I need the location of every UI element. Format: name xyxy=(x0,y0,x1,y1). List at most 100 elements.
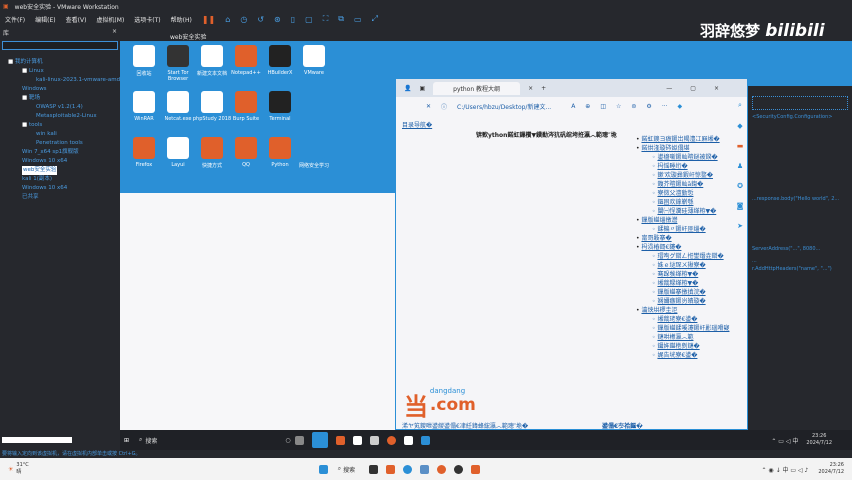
sidebar-scrollbar[interactable] xyxy=(2,437,72,443)
send-keys-icon[interactable]: ⌂ xyxy=(225,15,230,24)
search-icon[interactable]: ⌕ xyxy=(738,101,742,110)
tree-item[interactable]: web安全实验 xyxy=(0,166,120,175)
menu-tabs[interactable]: 选项卡(T) xyxy=(134,15,160,24)
unity-icon[interactable]: ⧉ xyxy=(338,14,344,24)
toc-link[interactable]: 鏁版嵁搴撴搷浣� xyxy=(657,289,705,296)
toc-link[interactable]: 鏁版嵁鍒嗘瀽鍜屽彲瑙嗗寲 xyxy=(657,325,729,332)
background-editor[interactable]: <SecurityConfig.Configuration> ...respon… xyxy=(748,86,852,430)
expand-icon[interactable]: ■ xyxy=(22,122,29,128)
toc-link[interactable]: 鏂囦欢鎿嶄綔 xyxy=(657,199,693,206)
read-aloud-icon[interactable]: A xyxy=(571,103,575,110)
toc-link[interactable]: 鏈哄櫒瀛︿範 xyxy=(657,334,693,341)
snapshot-icon[interactable]: ◷ xyxy=(240,15,247,24)
copilot-icon[interactable]: ◆ xyxy=(678,103,683,110)
collections-icon[interactable]: ⊜ xyxy=(631,103,636,110)
stretch-icon[interactable]: ⤢ xyxy=(372,14,378,24)
toc-link[interactable]: 鍑芥暟鍜屾ā鍧� xyxy=(657,181,703,188)
menu-file[interactable]: 文件(F) xyxy=(5,15,25,24)
tree-item[interactable]: kali 1(副本) xyxy=(0,175,120,184)
menu-vm[interactable]: 虚拟机(M) xyxy=(96,15,124,24)
toc-link[interactable]: 鍩烘湰璇硶姒傝堪 xyxy=(641,145,689,152)
edge-icon[interactable] xyxy=(420,435,430,445)
toc-link[interactable]: 甯哥敤搴� xyxy=(641,235,671,242)
tree-item[interactable]: ■ tools xyxy=(0,121,120,130)
snapshot-manager-icon[interactable]: ⊛ xyxy=(274,15,281,24)
store-icon[interactable] xyxy=(352,435,362,445)
tree-item[interactable]: kali-linux-2023.1-vmware-amd64 xyxy=(0,76,127,85)
chrome-icon[interactable] xyxy=(454,464,464,474)
app-icon[interactable] xyxy=(335,435,345,445)
taskbar-search[interactable]: 搜索 xyxy=(343,465,355,474)
taskbar-search[interactable]: 搜索 xyxy=(145,436,285,445)
library-search-input[interactable] xyxy=(2,41,118,50)
cortana-icon[interactable]: ○ xyxy=(285,437,290,444)
firefox-icon[interactable] xyxy=(386,435,396,445)
toc-link[interactable]: 寮傚父澶勭悊 xyxy=(657,190,693,197)
send-icon[interactable]: ➤ xyxy=(737,222,743,230)
windows-start-icon[interactable]: ⊞ xyxy=(124,437,129,444)
top-link[interactable]: 目录导航� xyxy=(402,120,432,129)
menu-view[interactable]: 查看(V) xyxy=(66,15,87,24)
tree-item[interactable]: Windows 10 x64 xyxy=(0,157,120,166)
notepad-icon[interactable] xyxy=(403,435,413,445)
app-icon-2[interactable] xyxy=(471,464,481,474)
tree-item[interactable]: ■ 我的计算机 xyxy=(0,58,120,67)
desktop-icon[interactable]: 网络安全学习 xyxy=(294,137,334,169)
close-sidebar-icon[interactable]: × xyxy=(112,28,117,37)
toc-link[interactable]: 瑁呴グ鍣ㄥ拰鐢熸垚鍣� xyxy=(657,253,723,260)
fullscreen-icon[interactable]: ⛶ xyxy=(323,14,329,24)
office-icon[interactable]: ◙ xyxy=(737,202,744,210)
toc-link[interactable]: 鍩虹鐭ヨ瘑鍜岀幆澧冮厤缃� xyxy=(641,136,719,143)
toc-link[interactable]: 娓告垙寮€鍙� xyxy=(657,352,697,359)
firefox-icon[interactable] xyxy=(437,464,447,474)
toc-link[interactable]: 杩愮畻绗� xyxy=(657,163,687,170)
menu-help[interactable]: 帮助(H) xyxy=(171,15,192,24)
more-icon[interactable]: ··· xyxy=(662,103,668,110)
toc-link[interactable]: 缃戠粶缂栫▼� xyxy=(657,280,698,287)
edge-icon[interactable] xyxy=(403,464,413,474)
window-controls[interactable]: —▢× xyxy=(666,85,737,92)
menu-edit[interactable]: 编辑(E) xyxy=(35,15,55,24)
split-icon[interactable]: ◫ xyxy=(600,103,606,110)
toc-link[interactable]: 鏉′欢璇彞鍜屽惊鐜� xyxy=(657,172,713,179)
tree-item[interactable]: Metasploitable2-Linux xyxy=(0,112,120,121)
tree-item[interactable]: Windows xyxy=(0,85,120,94)
tree-item[interactable]: Windows 10 x64 xyxy=(0,184,120,193)
zoom-icon[interactable]: ⊕ xyxy=(585,103,590,110)
tag-icon[interactable]: ◆ xyxy=(737,122,742,130)
toc-link[interactable]: 鍒楄〃鍜屽厓缁� xyxy=(657,226,705,233)
task-view-icon[interactable] xyxy=(294,435,304,445)
toc-link[interactable]: 缃戠珯寮€鍙� xyxy=(657,316,697,323)
expand-icon[interactable]: ■ xyxy=(22,95,29,101)
toc-link[interactable]: 姝ｅ垯琛ㄨ揪寮� xyxy=(657,262,705,269)
tab-actions-icon[interactable]: ▣ xyxy=(419,85,425,92)
revert-snapshot-icon[interactable]: ↺ xyxy=(257,15,264,24)
expand-icon[interactable]: ■ xyxy=(8,59,15,65)
tree-item[interactable]: OWASP v1.2(1.4) xyxy=(0,103,120,112)
games-icon[interactable]: ✪ xyxy=(737,182,743,190)
vmware-app-icon[interactable] xyxy=(420,464,430,474)
toc-link[interactable]: 鑷姩鍖栬剼鏈� xyxy=(657,343,699,350)
address-bar[interactable]: C:/Users/hbzu/Desktop/新建文... xyxy=(457,102,551,111)
close-tab-icon[interactable]: × xyxy=(528,85,533,92)
pause-icon[interactable]: ❚❚ xyxy=(202,15,215,24)
tools-icon[interactable]: ▬ xyxy=(737,142,744,150)
windows-start-icon[interactable] xyxy=(318,464,328,474)
toc-link[interactable]: 骞跺彂缂栫▼� xyxy=(657,271,698,278)
mail-icon[interactable] xyxy=(369,435,379,445)
console-icon[interactable]: ▭ xyxy=(354,15,362,24)
expand-icon[interactable]: ■ xyxy=(22,68,29,74)
person-icon[interactable]: ♟ xyxy=(737,162,743,170)
toc-link[interactable]: 闈㈠悜瀵硅薄缂栫▼� xyxy=(657,208,716,215)
reload-icon[interactable]: ✕ xyxy=(426,103,431,110)
profile-icon[interactable]: 👤 xyxy=(404,85,411,92)
code-editor[interactable]: <br /><br /> <div class="body_padded"> <… xyxy=(120,193,395,430)
tree-item[interactable]: ■ 靶场 xyxy=(0,94,120,103)
tree-item[interactable]: 已共享 xyxy=(0,193,120,202)
tray-icons[interactable]: ⌃ ▭ ◁ 中 xyxy=(771,436,798,445)
tree-item[interactable]: win kali xyxy=(0,130,120,139)
toc-link[interactable]: 鍙橀噺鍜屾暟鎹被鍨� xyxy=(657,154,717,161)
toc-link[interactable]: 瀹炴垬椤圭洰 xyxy=(641,307,677,314)
new-tab-icon[interactable]: + xyxy=(541,85,546,92)
file-explorer-icon[interactable] xyxy=(369,464,379,474)
